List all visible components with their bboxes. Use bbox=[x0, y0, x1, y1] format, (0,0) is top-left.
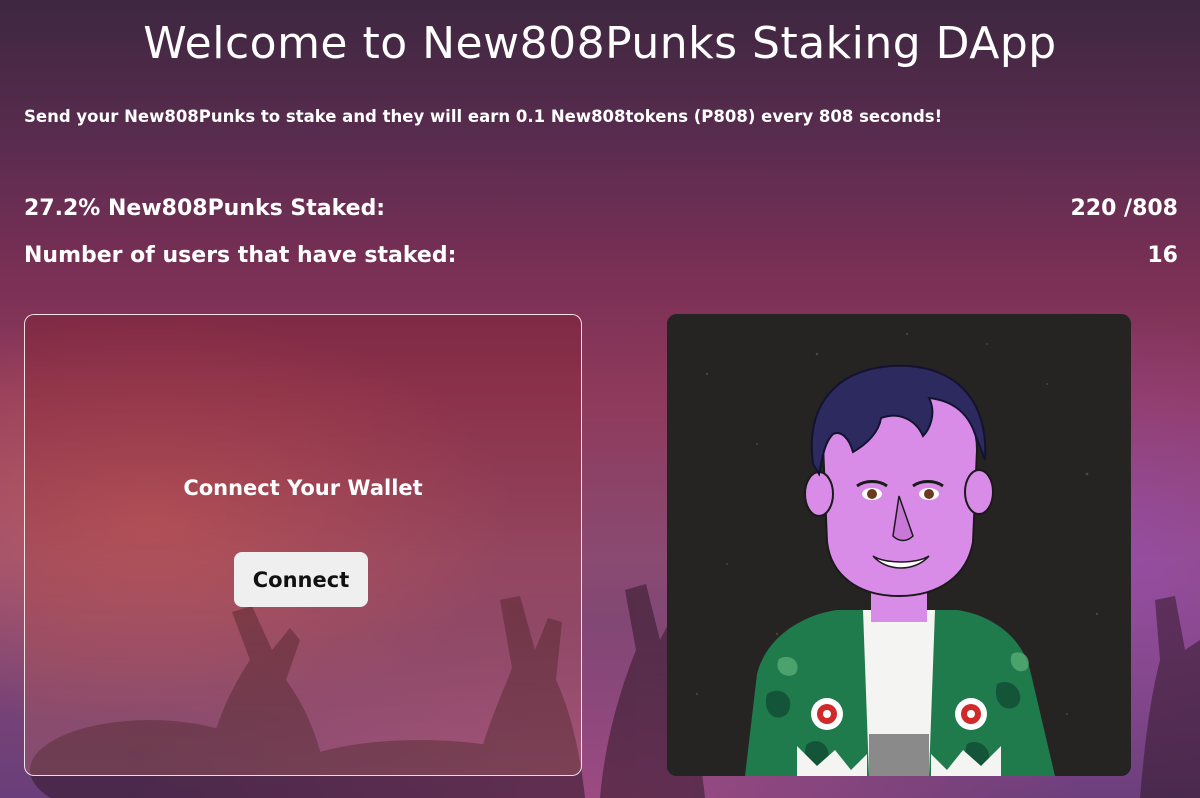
wallet-panel-heading: Connect Your Wallet bbox=[183, 476, 423, 500]
staked-stat-row: 27.2% New808Punks Staked: 220 /808 bbox=[24, 196, 1178, 221]
nft-image bbox=[667, 314, 1131, 776]
users-label: Number of users that have staked: bbox=[24, 243, 457, 268]
page-title: Welcome to New808Punks Staking DApp bbox=[143, 18, 1057, 69]
staked-value: 220 /808 bbox=[1070, 196, 1178, 221]
users-stat-row: Number of users that have staked: 16 bbox=[24, 243, 1178, 268]
wallet-panel: Connect Your Wallet Connect bbox=[24, 314, 582, 776]
connect-button[interactable]: Connect bbox=[234, 552, 368, 607]
staked-label: 27.2% New808Punks Staked: bbox=[24, 196, 386, 221]
page-subtitle: Send your New808Punks to stake and they … bbox=[24, 107, 943, 126]
users-value: 16 bbox=[1147, 243, 1178, 268]
nft-avatar-illustration bbox=[667, 314, 1131, 776]
